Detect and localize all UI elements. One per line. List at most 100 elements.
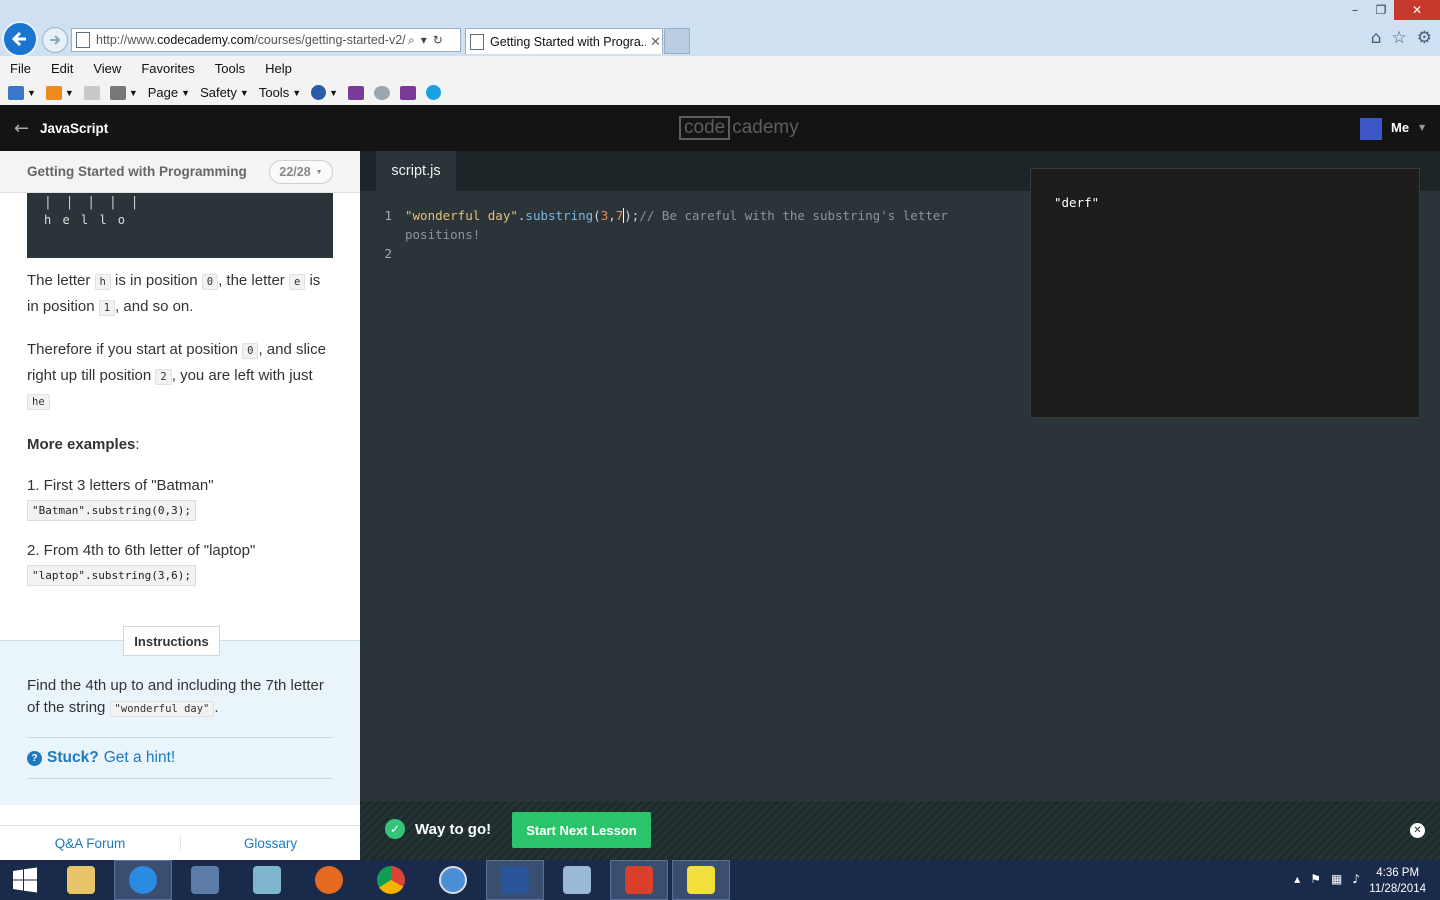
lesson-header: Getting Started with Programming 22/28 ▼ — [0, 151, 360, 193]
taskbar-remote-desktop[interactable] — [176, 860, 234, 900]
taskbar-file-explorer[interactable] — [52, 860, 110, 900]
favorites-star-icon[interactable]: ☆ — [1392, 28, 1407, 48]
address-bar[interactable]: http://www.codecademy.com/courses/gettin… — [71, 28, 461, 52]
menu-bar: File Edit View Favorites Tools Help — [0, 56, 1440, 80]
success-bar: ✓ Way to go! Start Next Lesson ✕ — [360, 801, 1440, 860]
taskbar-calculator[interactable] — [548, 860, 606, 900]
menu-help[interactable]: Help — [255, 61, 302, 76]
taskbar-safari[interactable] — [424, 860, 482, 900]
glossary-link[interactable]: Glossary — [180, 835, 360, 851]
addon-gear-button[interactable] — [374, 85, 391, 100]
menu-edit[interactable]: Edit — [41, 61, 83, 76]
browser-titlebar: http://www.codecademy.com/courses/gettin… — [0, 0, 1440, 57]
home-cmd-button[interactable]: ▼ — [8, 85, 36, 100]
z-app-icon — [687, 866, 715, 894]
tab-active[interactable]: Getting Started with Progra... ✕ — [465, 28, 663, 54]
help-button[interactable]: ▼ — [311, 85, 338, 100]
safety-menu[interactable]: Safety ▼ — [200, 85, 249, 100]
calculator-icon — [563, 866, 591, 894]
chevron-down-icon[interactable]: ▼ — [1419, 123, 1425, 132]
close-window-button[interactable]: ✕ — [1394, 0, 1440, 20]
back-button[interactable] — [2, 21, 38, 57]
lesson-title: Getting Started with Programming — [27, 164, 247, 179]
forward-button[interactable] — [42, 27, 68, 53]
home-icon — [8, 85, 24, 100]
home-icon[interactable]: ⌂ — [1371, 28, 1382, 48]
start-next-lesson-button[interactable]: Start Next Lesson — [512, 812, 651, 848]
dropdown-icon[interactable]: ▾ — [421, 33, 427, 48]
tools-menu[interactable]: Tools ▼ — [259, 85, 301, 100]
menu-favorites[interactable]: Favorites — [131, 61, 204, 76]
example-1-code: "Batman".substring(0,3); — [27, 499, 196, 521]
refresh-icon[interactable]: ↻ — [433, 33, 443, 48]
taskbar-app-z[interactable] — [672, 860, 730, 900]
code-text-area[interactable]: "wonderful day".substring(3,7);// Be car… — [405, 206, 985, 244]
paragraph-slice: Therefore if you start at position 0, an… — [27, 341, 326, 410]
taskbar-chrome[interactable] — [362, 860, 420, 900]
flag-icon[interactable]: ⚑ — [1310, 872, 1321, 886]
network-icon[interactable]: ▦ — [1331, 872, 1342, 886]
windows-logo-icon — [13, 867, 37, 893]
success-message: Way to go! — [415, 821, 492, 838]
lesson-footer: Q&A Forum Glossary — [0, 825, 360, 860]
start-button[interactable] — [0, 860, 50, 900]
app-icon — [625, 866, 653, 894]
code-example-block: | | | | | h e l l o — [27, 193, 333, 258]
onenote-linked-button[interactable] — [400, 85, 417, 100]
taskbar-app-red[interactable] — [610, 860, 668, 900]
back-arrow-icon — [11, 31, 26, 47]
windows-taskbar: ▴ ⚑ ▦ ♪ 4:36 PM 11/28/2014 — [0, 860, 1440, 900]
volume-icon[interactable]: ♪ — [1352, 872, 1360, 886]
qa-forum-link[interactable]: Q&A Forum — [0, 836, 180, 851]
folder-icon — [67, 866, 95, 894]
taskbar-word[interactable] — [486, 860, 544, 900]
internet-explorer-icon — [129, 866, 157, 894]
menu-view[interactable]: View — [83, 61, 131, 76]
print-button[interactable]: ▼ — [109, 85, 138, 100]
safari-icon — [439, 866, 467, 894]
clock[interactable]: 4:36 PM 11/28/2014 — [1369, 865, 1426, 897]
restore-button[interactable]: ❐ — [1368, 0, 1394, 20]
codecademy-logo[interactable]: code cademy — [679, 116, 799, 140]
taskbar-firefox[interactable] — [300, 860, 358, 900]
help-icon — [311, 85, 327, 100]
skype-button[interactable] — [426, 85, 442, 100]
taskbar-internet-explorer[interactable] — [114, 860, 172, 900]
feeds-button[interactable]: ▼ — [45, 85, 74, 100]
chevron-down-icon: ▼ — [315, 168, 323, 176]
url-text: http://www.codecademy.com/courses/gettin… — [96, 33, 406, 47]
chrome-icon — [377, 866, 405, 894]
menu-tools[interactable]: Tools — [205, 61, 255, 76]
settings-gear-icon[interactable]: ⚙ — [1417, 28, 1432, 48]
search-icon[interactable]: ⌕ — [408, 33, 415, 48]
menu-file[interactable]: File — [0, 61, 41, 76]
tab-close-icon[interactable]: ✕ — [650, 34, 661, 50]
show-hidden-icons-icon[interactable]: ▴ — [1294, 872, 1300, 886]
tab-script-js[interactable]: script.js — [376, 151, 456, 191]
back-arrow-icon[interactable]: ← — [14, 118, 29, 139]
page-icon — [470, 33, 484, 50]
new-tab-button[interactable] — [664, 28, 690, 54]
notes-icon — [253, 866, 281, 894]
course-link[interactable]: JavaScript — [40, 121, 108, 136]
avatar[interactable] — [1360, 118, 1382, 140]
hint-link[interactable]: ? Stuck? Get a hint! — [27, 737, 333, 779]
mail-button[interactable] — [83, 85, 100, 100]
tab-title: Getting Started with Progra... — [490, 34, 646, 49]
code-editor: script.js 1 2 "wonderful day".substring(… — [360, 151, 1440, 801]
question-icon: ? — [27, 750, 42, 766]
onenote-button[interactable] — [348, 85, 365, 100]
check-icon: ✓ — [385, 819, 405, 839]
console-output: "derf" — [1054, 195, 1100, 210]
word-icon — [501, 866, 529, 894]
close-icon[interactable]: ✕ — [1410, 823, 1425, 838]
lesson-progress-dropdown[interactable]: 22/28 ▼ — [269, 160, 333, 184]
lesson-content: | | | | | h e l l o The letter h is in p… — [27, 193, 333, 586]
rss-icon — [45, 85, 62, 100]
more-examples-heading: More examples: — [27, 435, 140, 453]
page-menu[interactable]: Page ▼ — [148, 85, 190, 100]
minimize-button[interactable]: – — [1342, 0, 1368, 20]
taskbar-notes[interactable] — [238, 860, 296, 900]
user-menu[interactable]: Me — [1391, 120, 1409, 135]
mail-icon — [83, 85, 100, 100]
